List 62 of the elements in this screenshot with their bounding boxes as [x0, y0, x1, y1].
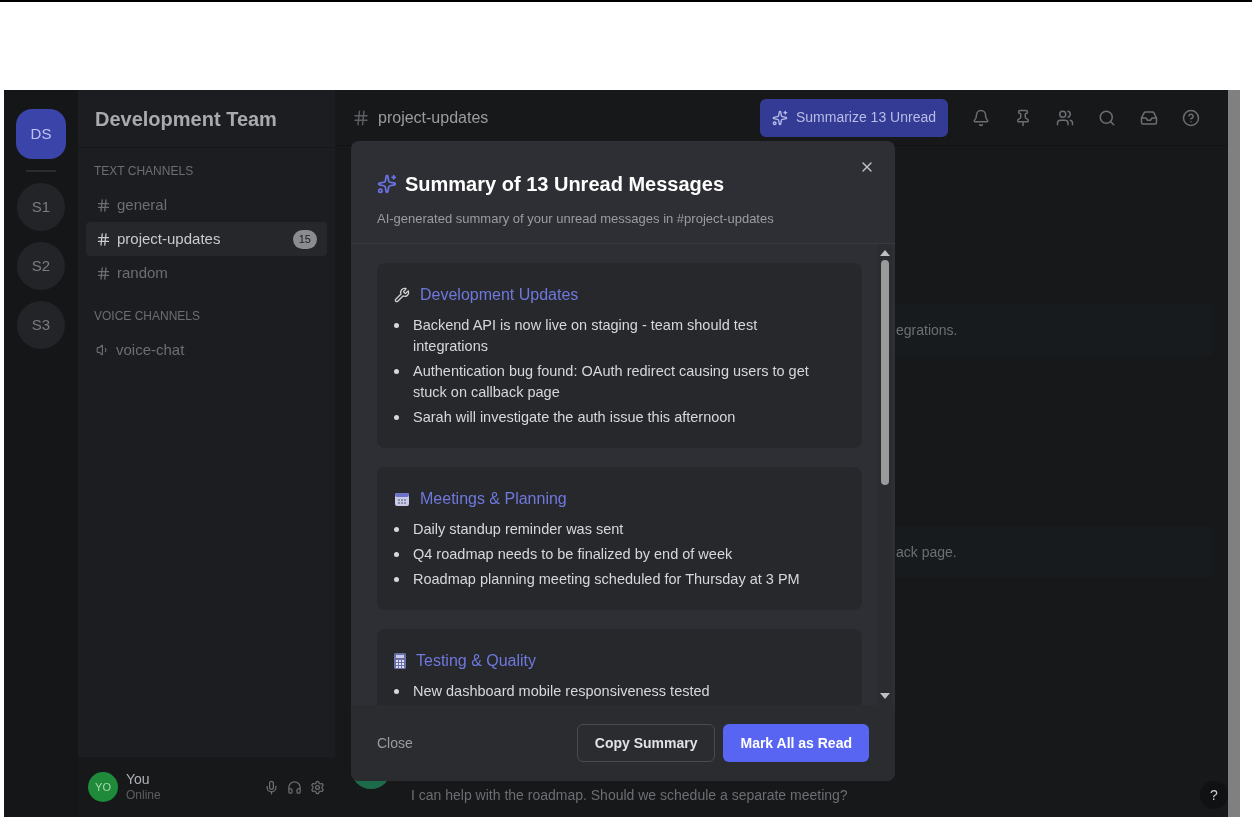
- section-heading: TEXT CHANNELS: [93, 163, 195, 180]
- bullet-icon: [394, 414, 399, 420]
- summary-bullet: Sarah will investigate the auth issue this afternoon: [413, 407, 736, 427]
- server-icon[interactable]: S1: [17, 183, 65, 231]
- user-status: Online: [126, 788, 162, 804]
- server-title: Development Team: [95, 106, 277, 132]
- server-icon[interactable]: S3: [17, 301, 65, 349]
- channel-item[interactable]: general: [86, 188, 327, 222]
- summary-bullet: Daily standup reminder was sent: [413, 519, 624, 539]
- scrollbar[interactable]: [1228, 90, 1240, 817]
- summary-bullet: New dashboard mobile responsiveness tested: [413, 681, 710, 701]
- bullet-icon: [394, 688, 399, 694]
- server-icon[interactable]: S2: [17, 242, 65, 290]
- calculator-icon: [394, 652, 406, 669]
- bell-icon[interactable]: [972, 108, 990, 127]
- hash-icon: [96, 231, 111, 247]
- bullet-icon: [394, 526, 399, 532]
- summarize-button[interactable]: Summarize 13 Unread: [759, 98, 948, 137]
- close-link[interactable]: Close: [377, 732, 569, 754]
- copy-summary-button[interactable]: Copy Summary: [576, 724, 716, 762]
- wrench-icon: [394, 286, 410, 303]
- search-icon[interactable]: [1098, 108, 1116, 127]
- server-icon[interactable]: DS: [16, 109, 66, 159]
- summary-bullet: Backend API is now live on staging - team should test integrations: [413, 315, 759, 356]
- bullet-icon: [394, 368, 399, 374]
- scrollbar[interactable]: [878, 243, 892, 705]
- unread-badge: 15: [292, 229, 317, 249]
- bullet-icon: [394, 576, 399, 582]
- mark-all-read-button[interactable]: Mark All as Read: [723, 724, 869, 762]
- dialog-title: Summary of 13 Unread Messages: [405, 172, 725, 197]
- message-text: egrations.: [896, 320, 958, 340]
- headphones-icon[interactable]: [287, 779, 302, 795]
- hash-icon: [96, 265, 111, 281]
- user-name: You: [126, 770, 151, 789]
- section-heading: Meetings & Planning: [420, 488, 567, 509]
- calendar-icon: [394, 490, 410, 507]
- section-heading: Development Updates: [420, 284, 579, 305]
- channel-item[interactable]: project-updates 15: [86, 222, 327, 256]
- summary-bullet: Roadmap planning meeting scheduled for Thursday at 3 PM: [413, 569, 800, 589]
- dialog-subtitle: AI-generated summary of your unread messages in #project-updates: [377, 210, 775, 228]
- section-heading: Testing & Quality: [416, 650, 537, 671]
- hash-icon: [96, 197, 111, 213]
- settings-icon[interactable]: [310, 779, 325, 795]
- sparkle-icon: [771, 109, 788, 126]
- bullet-icon: [394, 322, 399, 328]
- channel-item[interactable]: voice-chat: [86, 333, 327, 367]
- message-text: I can help with the roadmap. Should we schedule a separate meeting?: [411, 786, 848, 805]
- microphone-icon[interactable]: [264, 779, 279, 795]
- message-text: ack page.: [896, 542, 957, 562]
- sparkle-icon: [377, 174, 397, 194]
- inbox-icon[interactable]: [1140, 108, 1158, 127]
- channel-title: project-updates: [378, 107, 490, 128]
- user-avatar: YO: [88, 772, 118, 802]
- bullet-icon: [394, 551, 399, 557]
- summary-bullet: Authentication bug found: OAuth redirect causing users to get stuck on callback page: [413, 361, 810, 402]
- summary-bullet: Q4 roadmap needs to be finalized by end of week: [413, 544, 733, 564]
- pin-icon[interactable]: [1014, 108, 1032, 127]
- section-heading: VOICE CHANNELS: [93, 308, 202, 325]
- channel-item[interactable]: random: [86, 256, 327, 290]
- hash-icon: [352, 108, 370, 127]
- members-icon[interactable]: [1056, 108, 1074, 127]
- help-icon[interactable]: [1182, 108, 1200, 127]
